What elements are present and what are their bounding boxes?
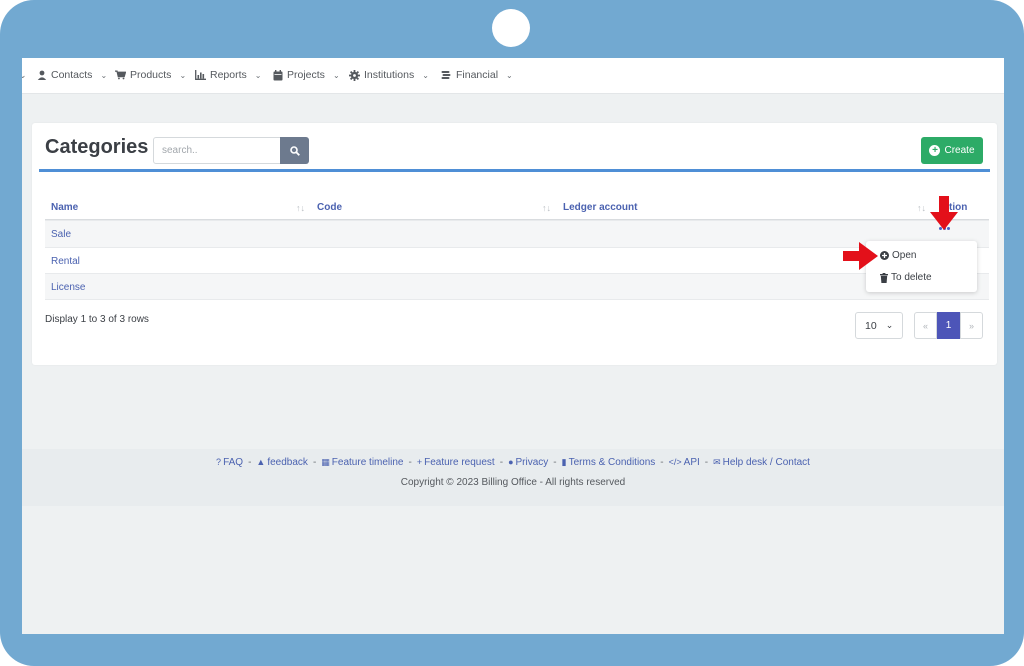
chevron-down-icon: ⌄ <box>885 320 894 330</box>
nav-financial[interactable]: Financial ⌄ <box>441 69 513 81</box>
footer-link-feature-request[interactable]: + Feature request <box>417 457 495 468</box>
menu-item-delete[interactable]: To delete <box>880 272 932 283</box>
chevron-down-icon: ⌄ <box>179 70 187 80</box>
users-icon: ● <box>508 457 514 467</box>
footer-link-label: FAQ <box>223 457 244 468</box>
annotation-arrow-right-icon <box>843 242 878 270</box>
row-name-link[interactable]: Sale <box>51 229 71 240</box>
search-button[interactable] <box>280 137 309 164</box>
sort-icon[interactable]: ↑↓ <box>542 203 551 213</box>
row-name-link[interactable]: Rental <box>51 256 80 267</box>
chevron-down-icon: ⌄ <box>332 70 340 80</box>
chart-icon <box>195 70 206 81</box>
next-page-button[interactable]: » <box>960 312 983 339</box>
pagination: « 1 » <box>914 312 983 339</box>
footer-link-label: feedback <box>267 457 308 468</box>
row-actions-dropdown: Open To delete <box>866 241 977 292</box>
title-divider <box>39 169 990 172</box>
search-icon <box>289 145 300 156</box>
page-title: Categories <box>45 136 149 158</box>
column-header-name[interactable]: Name <box>51 202 78 213</box>
chevron-down-icon: ⌄ <box>100 70 108 80</box>
footer-link-faq[interactable]: ? FAQ <box>216 457 243 468</box>
column-header-ledger-account[interactable]: Ledger account <box>563 202 637 213</box>
nav-reports[interactable]: Reports ⌄ <box>195 69 261 81</box>
separator: - <box>704 457 709 468</box>
create-label: Create <box>944 145 975 156</box>
separator: - <box>499 457 504 468</box>
separator: - <box>660 457 664 468</box>
nav-institutions[interactable]: Institutions ⌄ <box>349 69 429 81</box>
footer-link-feature-timeline[interactable]: ▦ Feature timeline <box>321 457 403 468</box>
footer-link-feedback[interactable]: ▲ feedback <box>256 457 308 468</box>
camera-dot <box>492 9 530 47</box>
trash-icon <box>880 272 888 283</box>
menu-item-label: Open <box>892 250 917 261</box>
chevron-down-icon[interactable]: ⌄ <box>22 70 27 81</box>
page-1-button[interactable]: 1 <box>937 312 960 339</box>
footer-link-privacy[interactable]: ● Privacy <box>508 457 548 468</box>
nav-label: Reports <box>210 69 247 81</box>
sort-icon[interactable]: ↑↓ <box>296 203 305 213</box>
plus-circle-icon: + <box>929 145 941 156</box>
nav-label: Financial <box>456 69 499 81</box>
copyright-text: Copyright © 2023 Billing Office - All ri… <box>400 477 626 488</box>
file-icon: ▮ <box>561 457 567 467</box>
row-name-link[interactable]: License <box>51 282 85 293</box>
separator: - <box>248 457 252 468</box>
separator: - <box>312 457 317 468</box>
cart-icon <box>115 70 126 81</box>
nav-label: Institutions <box>364 69 415 81</box>
question-icon: ? <box>216 457 222 467</box>
nav-label: Products <box>130 69 172 81</box>
code-icon: </> <box>668 457 682 467</box>
footer-link-label: Privacy <box>515 457 549 468</box>
nav-label: Contacts <box>51 69 93 81</box>
plus-icon: + <box>416 457 423 467</box>
envelope-icon: ✉ <box>713 457 721 467</box>
top-navigation: ⌄ Contacts ⌄ Products ⌄ Reports ⌄ Projec… <box>22 58 1004 94</box>
footer-link-label: API <box>683 457 700 468</box>
menu-item-open[interactable]: Open <box>880 250 916 261</box>
nav-label: Projects <box>287 69 325 81</box>
megaphone-icon: ▲ <box>256 457 266 467</box>
footer-link-api[interactable]: </> API <box>669 457 700 468</box>
chevron-down-icon: ⌄ <box>254 70 262 80</box>
site-footer: ? FAQ - ▲ feedback - ▦ Feature timeline - +… <box>22 449 1004 506</box>
create-button[interactable]: + Create <box>921 137 983 164</box>
chevron-down-icon: ⌄ <box>422 70 429 80</box>
user-icon <box>36 70 47 81</box>
footer-link-label: Help desk / Contact <box>722 457 810 468</box>
pagination-info: Display 1 to 3 of 3 rows <box>45 314 149 325</box>
footer-links: ? FAQ - ▲ feedback - ▦ Feature timeline - +… <box>22 457 1004 468</box>
footer-link-terms[interactable]: ▮ Terms & Conditions <box>562 457 656 468</box>
footer-link-label: Feature timeline <box>331 457 404 468</box>
column-header-code[interactable]: Code <box>317 202 342 213</box>
prev-page-button[interactable]: « <box>914 312 937 339</box>
chevron-down-icon: ⌄ <box>506 70 513 80</box>
table-row: License <box>45 273 989 300</box>
coins-icon <box>441 70 452 81</box>
rows-per-page-value: 10 <box>865 319 877 332</box>
app-screen: ⌄ Contacts ⌄ Products ⌄ Reports ⌄ Projec… <box>22 58 1004 634</box>
footer-link-label: Feature request <box>424 457 495 468</box>
annotation-arrow-down-icon <box>930 196 958 230</box>
footer-link-label: Terms & Conditions <box>568 457 656 468</box>
nav-products[interactable]: Products ⌄ <box>115 69 186 81</box>
footer-link-help-desk[interactable]: ✉ Help desk / Contact <box>713 457 810 468</box>
separator: - <box>408 457 412 468</box>
timeline-icon: ▦ <box>321 457 330 467</box>
menu-item-label: To delete <box>891 272 932 283</box>
gear-icon <box>349 69 360 81</box>
nav-projects[interactable]: Projects ⌄ <box>272 69 340 81</box>
rows-per-page-select[interactable]: 10 ⌄ <box>855 312 903 339</box>
sort-icon[interactable]: ↑↓ <box>917 203 926 213</box>
calendar-icon <box>272 69 283 81</box>
search-input[interactable] <box>153 137 281 164</box>
nav-contacts[interactable]: Contacts ⌄ <box>36 69 107 81</box>
separator: - <box>553 457 557 468</box>
plus-circle-icon <box>880 251 889 260</box>
